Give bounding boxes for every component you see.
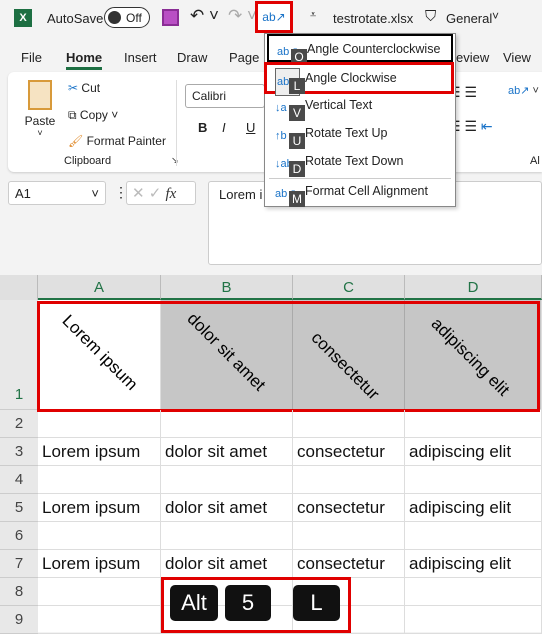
menu-item-angle-clockwise[interactable]: ab↘ L Angle Clockwise	[264, 62, 454, 96]
cancel-icon[interactable]: ✕	[132, 185, 145, 202]
tab-review[interactable]: eview	[456, 50, 489, 65]
cell-b3[interactable]: dolor sit amet	[161, 438, 293, 466]
cell-a9[interactable]	[38, 606, 161, 634]
italic-button[interactable]: I	[222, 120, 226, 135]
orientation-menu: ab↗ O Angle Counterclockwise ab↘ L Angle Clo…	[264, 33, 456, 207]
dialog-launcher-icon[interactable]: ↘	[171, 155, 179, 166]
insert-function-button[interactable]: fx	[166, 186, 177, 202]
cell-d9[interactable]	[405, 606, 542, 634]
save-icon[interactable]	[162, 9, 179, 26]
row-header-4[interactable]: 4	[0, 466, 38, 494]
cell-d6[interactable]	[405, 522, 542, 550]
row-header-7[interactable]: 7	[0, 550, 38, 578]
alignment-group-label: Al	[530, 155, 540, 167]
row-header-6[interactable]: 6	[0, 522, 38, 550]
excel-logo-icon: X	[14, 9, 32, 27]
cell-a4[interactable]	[38, 466, 161, 494]
cell-b4[interactable]	[161, 466, 293, 494]
clipboard-group-label: Clipboard	[64, 155, 112, 167]
menu-item-vertical-text[interactable]: ↓a V Vertical Text	[267, 92, 453, 121]
copy-button[interactable]: ⧉ Copy ˅	[68, 108, 118, 123]
brush-icon: 🖌	[68, 134, 84, 148]
cell-d7[interactable]: adipiscing elit	[405, 550, 542, 578]
rotate-up-icon: ↑b	[275, 130, 287, 142]
tab-view[interactable]: View	[503, 50, 531, 65]
chevron-down-icon: ˅	[492, 9, 500, 23]
tab-draw[interactable]: Draw	[177, 50, 207, 65]
select-all-button[interactable]	[0, 275, 38, 300]
autosave-toggle[interactable]: Off	[104, 7, 150, 28]
cell-c7[interactable]: consectetur	[293, 550, 405, 578]
tab-home[interactable]: Home	[66, 50, 103, 70]
chevron-down-icon: ˅	[91, 186, 99, 201]
spreadsheet-grid: A B C D 1 2 3 4 5 6 7 8 9 Lorem ipsum do…	[0, 275, 542, 634]
column-header-c[interactable]: C	[293, 275, 405, 300]
column-header-a[interactable]: A	[38, 275, 161, 300]
cell-b5[interactable]: dolor sit amet	[161, 494, 293, 522]
cell-d5[interactable]: adipiscing elit	[405, 494, 542, 522]
cell-a2[interactable]	[38, 410, 161, 438]
cell-c2[interactable]	[293, 410, 405, 438]
clipboard-icon	[28, 80, 52, 110]
shield-icon: ⛉	[425, 8, 437, 25]
cell-b7[interactable]: dolor sit amet	[161, 550, 293, 578]
undo-icon[interactable]: ↶ ˅	[190, 6, 219, 26]
enter-icon[interactable]: ✓	[149, 185, 162, 202]
scissors-icon: ✂	[68, 81, 79, 95]
cell-d8[interactable]	[405, 578, 542, 606]
cell-a7[interactable]: Lorem ipsum	[38, 550, 161, 578]
cell-b6[interactable]	[161, 522, 293, 550]
vertical-text-icon: ↓a	[275, 102, 287, 114]
formula-buttons: ✕ ✓ fx	[126, 181, 196, 205]
column-header-d[interactable]: D	[405, 275, 542, 300]
cell-a5[interactable]: Lorem ipsum	[38, 494, 161, 522]
key-5: 5	[225, 585, 271, 621]
cell-d4[interactable]	[405, 466, 542, 494]
selection-highlight	[37, 301, 540, 412]
format-painter-button[interactable]: 🖌 Format Painter	[68, 134, 166, 148]
file-name: testrotate.xlsx	[333, 11, 414, 26]
menu-item-angle-counterclockwise[interactable]: ab↗ O Angle Counterclockwise	[267, 34, 453, 65]
cell-b2[interactable]	[161, 410, 293, 438]
tab-file[interactable]: File	[21, 50, 42, 65]
cut-button[interactable]: ✂ Cut	[68, 81, 100, 95]
bold-button[interactable]: B	[198, 120, 207, 135]
row-header-8[interactable]: 8	[0, 578, 38, 606]
row-header-9[interactable]: 9	[0, 606, 38, 634]
cell-c3[interactable]: consectetur	[293, 438, 405, 466]
cell-c5[interactable]: consectetur	[293, 494, 405, 522]
orientation-qat-button[interactable]: ab↗ ˅	[255, 1, 293, 50]
column-header-b[interactable]: B	[161, 275, 293, 300]
row-header-5[interactable]: 5	[0, 494, 38, 522]
cell-c6[interactable]	[293, 522, 405, 550]
paste-button[interactable]: Paste ˅	[20, 80, 60, 146]
menu-item-rotate-text-up[interactable]: ↑b U Rotate Text Up	[267, 120, 453, 149]
autosave-label: AutoSave	[47, 11, 104, 26]
customize-qat-icon[interactable]: ⩡	[310, 9, 316, 22]
row-header-3[interactable]: 3	[0, 438, 38, 466]
row-header-1[interactable]: 1	[0, 300, 38, 410]
menu-item-rotate-text-down[interactable]: ↓ab D Rotate Text Down	[267, 148, 453, 177]
cell-d2[interactable]	[405, 410, 542, 438]
cell-d3[interactable]: adipiscing elit	[405, 438, 542, 466]
cell-a8[interactable]	[38, 578, 161, 606]
cell-a3[interactable]: Lorem ipsum	[38, 438, 161, 466]
key-l: L	[293, 585, 340, 621]
key-alt: Alt	[170, 585, 218, 621]
redo-icon[interactable]: ↷ ˅	[228, 6, 257, 26]
menu-item-format-cell-alignment[interactable]: ab↗ M Format Cell Alignment	[267, 178, 453, 207]
font-name-box[interactable]: Calibri	[185, 84, 265, 108]
row-header-2[interactable]: 2	[0, 410, 38, 438]
sensitivity-label[interactable]: General	[446, 11, 492, 26]
tab-insert[interactable]: Insert	[124, 50, 157, 65]
cell-a6[interactable]	[38, 522, 161, 550]
cell-c4[interactable]	[293, 466, 405, 494]
copy-icon: ⧉	[68, 108, 77, 122]
orientation-icon[interactable]: ab↗ ˅	[508, 84, 539, 97]
name-box[interactable]: A1 ˅	[8, 181, 106, 205]
underline-button[interactable]: U	[246, 120, 255, 135]
